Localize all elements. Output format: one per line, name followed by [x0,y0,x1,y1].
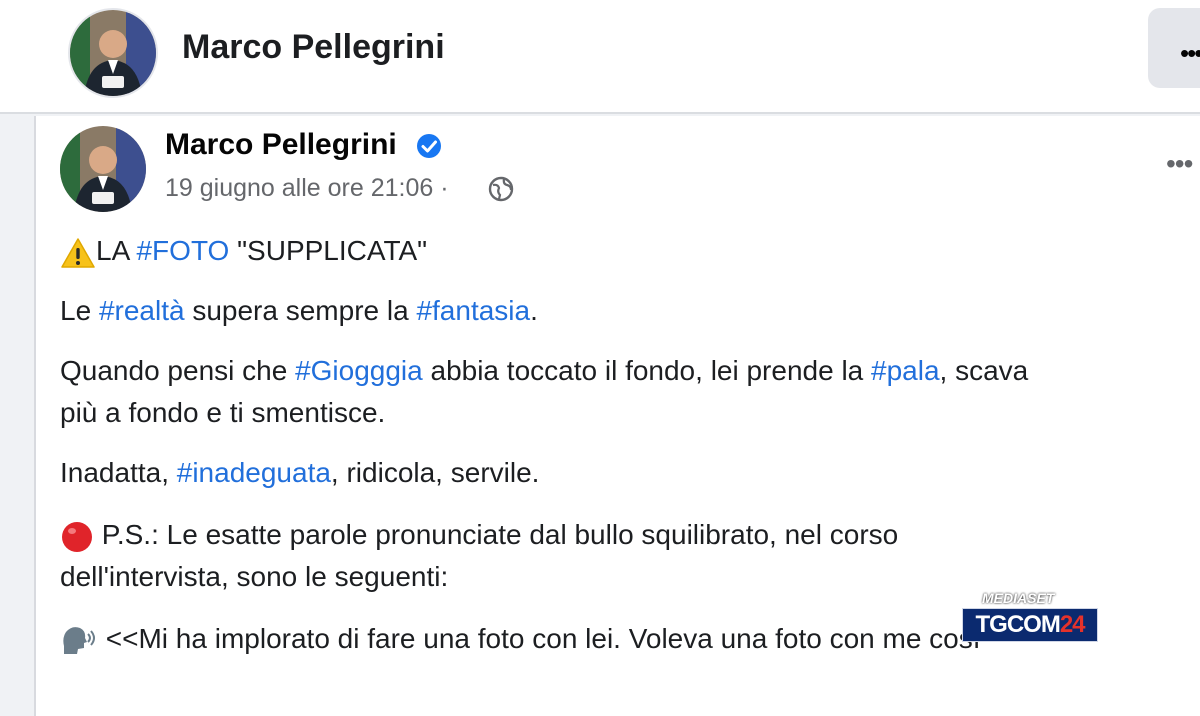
more-dots-icon[interactable]: ••• [1180,38,1200,69]
paragraph-5-line-2: dell'intervista, sono le seguenti: [60,561,449,592]
hashtag-pala[interactable]: #pala [871,355,940,386]
hashtag-fantasia[interactable]: #fantasia [416,295,530,326]
meta-separator: · [440,174,449,202]
paragraph-3-line-2: più a fondo e ti smentisce. [60,397,386,428]
paragraph-5: P.S.: Le esatte parole pronunciate dal b… [60,514,898,556]
post-meta: 19 giugno alle ore 21:06 · [165,174,449,203]
warning-icon [61,237,95,268]
profile-name: Marco Pellegrini [182,28,445,66]
logo-text: TGCOM [975,611,1060,638]
hashtag-realta[interactable]: #realtà [99,295,185,326]
text: . [530,295,538,326]
text: Quando pensi che [60,355,296,386]
post-avatar[interactable] [60,126,146,212]
text: abbia toccato il fondo, lei prende la [422,355,872,386]
text: Le [60,295,99,326]
text: , scava [939,355,1029,386]
hashtag-foto[interactable]: #FOTO [136,235,229,266]
text: LA [96,235,137,266]
profile-header: Marco Pellegrini ••• [0,0,1200,114]
hashtag-giogggia[interactable]: #Giogggia [295,355,423,386]
paragraph-6: <<Mi ha implorato di fare una foto con l… [60,618,981,660]
paragraph-1: LA #FOTO "SUPPLICATA" [60,230,427,272]
text: supera sempre la [184,295,417,326]
post-more-icon[interactable]: ••• [1166,148,1193,180]
post-author[interactable]: Marco Pellegrini [165,128,397,162]
text: Inadatta, [60,457,177,488]
paragraph-2: Le #realtà supera sempre la #fantasia. [60,290,538,332]
hashtag-inadeguata[interactable]: #inadeguata [177,457,331,488]
verified-badge-icon [417,134,441,158]
logo-number: 24 [1059,611,1086,638]
tgcom-logo: TGCOM24 [962,608,1098,642]
red-circle-icon [62,521,92,552]
text: , ridicola, servile. [330,457,540,488]
tgcom24-watermark: MEDIASET TGCOM24 [962,590,1098,644]
text: <<Mi ha implorato di fare una foto con l… [98,623,981,654]
post-timestamp[interactable]: 19 giugno alle ore 21:06 [165,174,433,202]
text: "SUPPLICATA" [229,235,428,266]
text: P.S.: Le esatte parole pronunciate dal b… [94,519,899,550]
mediaset-label: MEDIASET [982,590,1055,606]
avatar[interactable] [68,8,158,98]
paragraph-4: Inadatta, #inadeguata, ridicola, servile… [60,452,539,494]
paragraph-3: Quando pensi che #Giogggia abbia toccato… [60,350,1028,392]
globe-icon [488,176,514,202]
speaking-head-icon [63,626,95,654]
